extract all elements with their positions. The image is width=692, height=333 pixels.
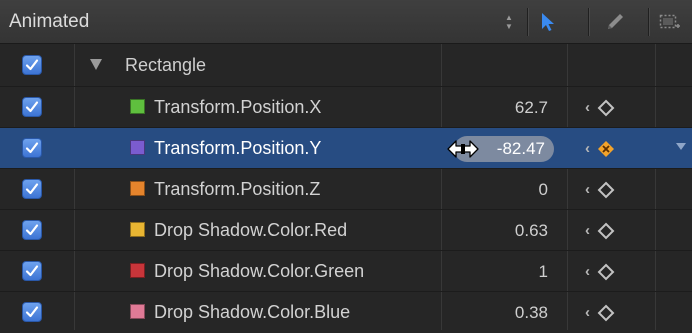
add-keyframe-diamond-icon[interactable]	[597, 181, 615, 199]
parameter-row[interactable]: Transform.Position.X 62.7 ‹	[0, 87, 692, 128]
group-enable-checkbox[interactable]	[22, 55, 42, 75]
parameter-value-field[interactable]: 62.7	[515, 87, 548, 128]
add-keyframe-diamond-icon[interactable]	[597, 99, 615, 117]
curve-set-label: Animated	[9, 11, 90, 32]
parameter-value-field[interactable]: 1	[539, 251, 548, 292]
checkmark-icon	[25, 142, 39, 154]
add-keyframe-diamond-icon[interactable]	[597, 304, 615, 322]
curve-color-swatch	[130, 140, 145, 155]
parameter-row[interactable]: Drop Shadow.Color.Red 0.63 ‹	[0, 210, 692, 251]
parameter-name: Drop Shadow.Color.Blue	[154, 302, 351, 322]
group-row-rectangle[interactable]: Rectangle	[0, 45, 692, 86]
parameter-name: Transform.Position.Y	[154, 138, 322, 158]
parameter-enable-checkbox[interactable]	[22, 220, 42, 240]
marquee-select-icon[interactable]	[658, 10, 682, 34]
parameter-enable-checkbox[interactable]	[22, 302, 42, 322]
parameter-enable-checkbox[interactable]	[22, 179, 42, 199]
curve-color-swatch	[130, 99, 145, 114]
parameter-value-field[interactable]: 0	[539, 169, 548, 210]
parameter-enable-checkbox[interactable]	[22, 97, 42, 117]
checkmark-icon	[25, 101, 39, 113]
checkmark-icon	[25, 306, 39, 318]
parameter-name: Drop Shadow.Color.Green	[154, 261, 365, 281]
parameter-row[interactable]: Drop Shadow.Color.Green 1 ‹	[0, 251, 692, 292]
checkmark-icon	[25, 183, 39, 195]
curve-set-popup[interactable]: Animated	[9, 0, 489, 44]
parameter-enable-checkbox[interactable]	[22, 261, 42, 281]
header-divider	[648, 8, 649, 36]
parameter-value-field[interactable]: 0.63	[515, 210, 548, 251]
checkmark-icon	[25, 224, 39, 236]
pencil-icon[interactable]	[603, 10, 627, 34]
curve-color-swatch	[130, 222, 145, 237]
parameter-enable-checkbox[interactable]	[22, 138, 42, 158]
group-label: Rectangle	[125, 55, 207, 75]
parameter-name: Transform.Position.X	[154, 97, 322, 117]
curve-color-swatch	[130, 181, 145, 196]
parameter-name: Drop Shadow.Color.Red	[154, 220, 348, 240]
add-keyframe-diamond-icon[interactable]	[597, 222, 615, 240]
parameter-row[interactable]: Transform.Position.Y -82.47 ‹	[0, 128, 692, 169]
parameter-row[interactable]: Transform.Position.Z 0 ‹	[0, 169, 692, 210]
parameter-row[interactable]: Drop Shadow.Color.Blue 0.38 ‹	[0, 292, 692, 333]
keyframe-editor-parameter-list: Animated ▲ ▼ Rectangle Transform.Positio…	[0, 0, 692, 330]
curve-color-swatch	[130, 263, 145, 278]
resize-cursor-icon	[447, 140, 479, 158]
checkmark-icon	[25, 59, 39, 71]
checkmark-icon	[25, 265, 39, 277]
add-keyframe-diamond-icon[interactable]	[597, 263, 615, 281]
parameter-value-field[interactable]: 0.38	[515, 292, 548, 333]
arrow-cursor-icon[interactable]	[536, 10, 560, 34]
header-divider	[588, 8, 589, 36]
disclosure-triangle-icon[interactable]	[90, 59, 102, 70]
curve-color-swatch	[130, 304, 145, 319]
parameter-menu-chevron-icon[interactable]	[676, 143, 686, 150]
up-down-arrows-icon[interactable]: ▲ ▼	[502, 12, 516, 32]
keyframe-diamond-icon[interactable]	[597, 140, 615, 158]
header-divider	[527, 8, 528, 36]
parameter-list-header: Animated ▲ ▼	[0, 0, 692, 44]
parameter-name: Transform.Position.Z	[154, 179, 321, 199]
